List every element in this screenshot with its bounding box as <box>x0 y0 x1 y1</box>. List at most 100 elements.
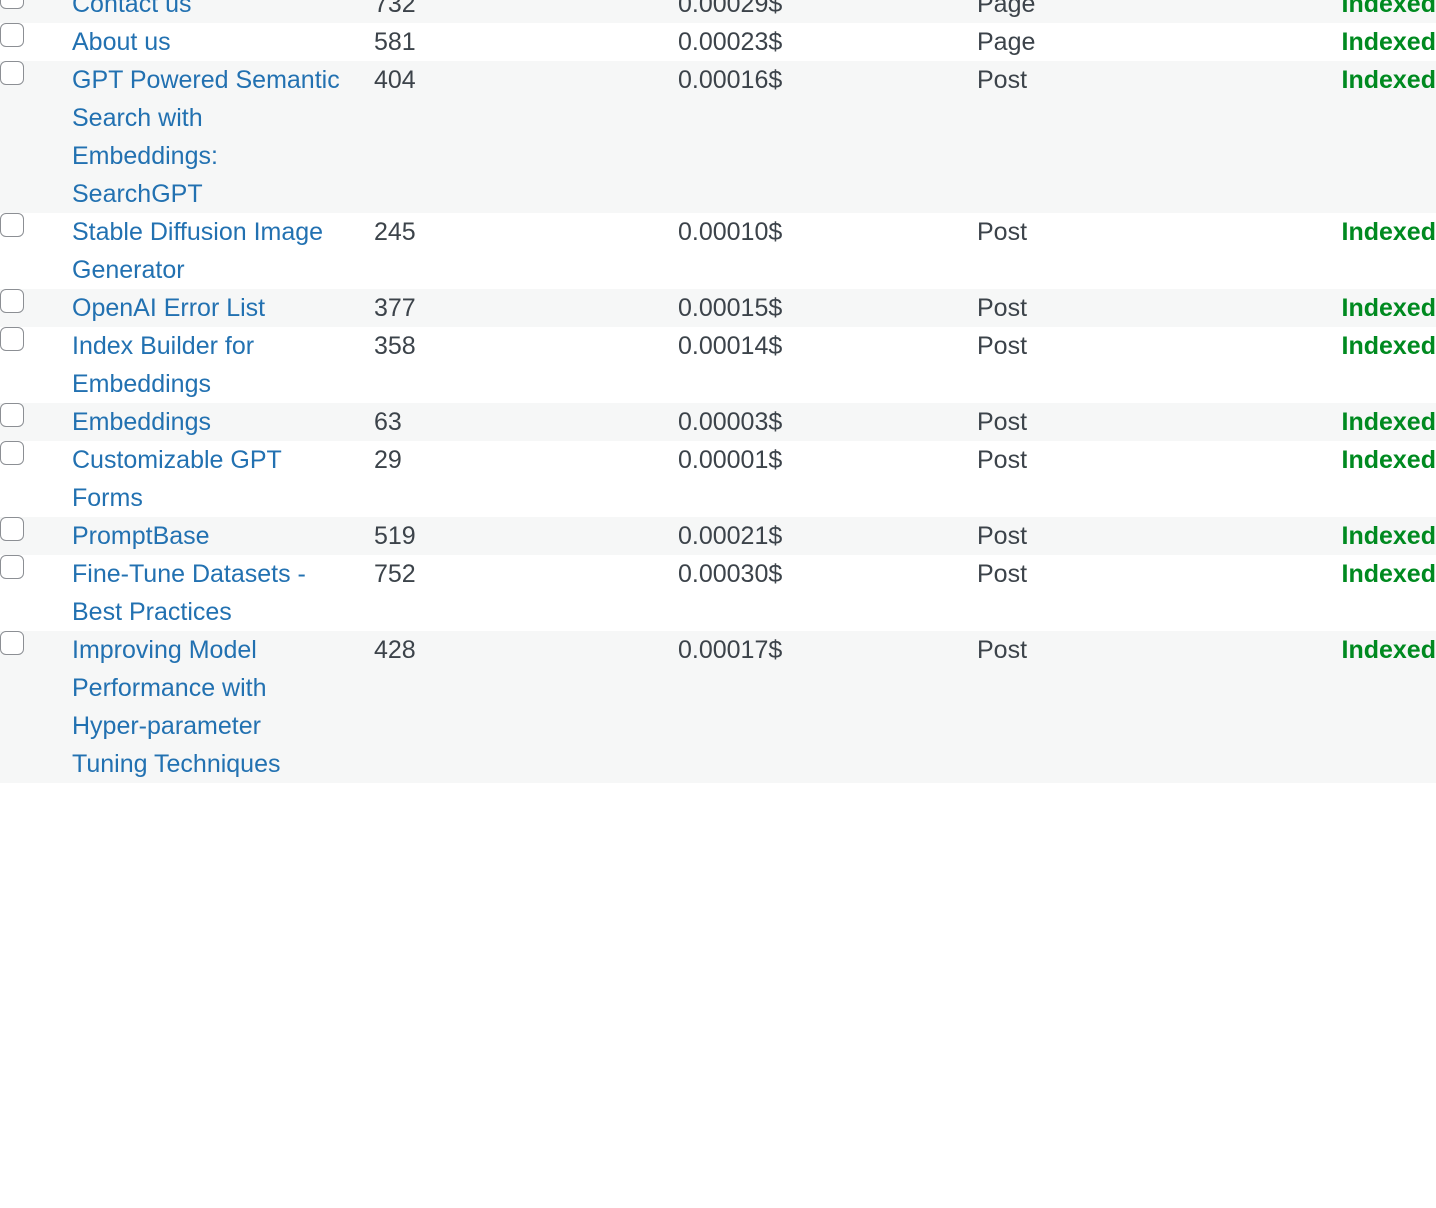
estimated-price: 0.00014$ <box>678 327 977 403</box>
estimated-price: 0.00029$ <box>678 0 977 23</box>
post-title-link[interactable]: Fine-Tune Datasets - Best Practices <box>72 555 342 631</box>
post-title-link[interactable]: About us <box>72 23 342 61</box>
status-badge: Indexed <box>1285 61 1436 213</box>
table-row: About us 5810.00023$PageIndexed <box>0 23 1436 61</box>
table-row: Stable Diffusion Image Generator2450.000… <box>0 213 1436 289</box>
content-type: Post <box>977 61 1285 213</box>
row-select-checkbox[interactable] <box>0 213 24 237</box>
row-select-checkbox[interactable] <box>0 403 24 427</box>
content-type: Page <box>977 23 1285 61</box>
token-count: 29 <box>374 441 678 517</box>
token-count: 581 <box>374 23 678 61</box>
estimated-price: 0.00021$ <box>678 517 977 555</box>
token-count: 519 <box>374 517 678 555</box>
post-title-cell: Embeddings <box>72 403 374 441</box>
row-select-cell <box>0 441 72 517</box>
status-badge: Indexed <box>1285 631 1436 783</box>
row-select-cell <box>0 517 72 555</box>
post-title-cell: GPT Powered Semantic Search with Embeddi… <box>72 61 374 213</box>
row-select-cell <box>0 289 72 327</box>
row-select-cell <box>0 0 72 23</box>
row-select-cell <box>0 213 72 289</box>
status-badge: Indexed <box>1285 441 1436 517</box>
content-type: Post <box>977 555 1285 631</box>
estimated-price: 0.00016$ <box>678 61 977 213</box>
row-select-checkbox[interactable] <box>0 555 24 579</box>
estimated-price: 0.00030$ <box>678 555 977 631</box>
status-badge: Indexed <box>1285 517 1436 555</box>
table-row: GPT Powered Semantic Search with Embeddi… <box>0 61 1436 213</box>
post-title-cell: PromptBase <box>72 517 374 555</box>
post-title-cell: Improving Model Performance with Hyper-p… <box>72 631 374 783</box>
status-badge: Indexed <box>1285 0 1436 23</box>
row-select-checkbox[interactable] <box>0 289 24 313</box>
token-count: 404 <box>374 61 678 213</box>
row-select-checkbox[interactable] <box>0 631 24 655</box>
row-select-cell <box>0 23 72 61</box>
content-type: Post <box>977 403 1285 441</box>
status-badge: Indexed <box>1285 289 1436 327</box>
table-row: OpenAI Error List 3770.00015$PostIndexed <box>0 289 1436 327</box>
content-type: Post <box>977 213 1285 289</box>
post-title-cell: Contact us <box>72 0 374 23</box>
row-select-cell <box>0 631 72 783</box>
row-select-cell <box>0 403 72 441</box>
estimated-price: 0.00003$ <box>678 403 977 441</box>
table-row: Improving Model Performance with Hyper-p… <box>0 631 1436 783</box>
row-select-checkbox[interactable] <box>0 327 24 351</box>
status-badge: Indexed <box>1285 213 1436 289</box>
content-type: Post <box>977 327 1285 403</box>
post-title-cell: Stable Diffusion Image Generator <box>72 213 374 289</box>
post-title-link[interactable]: PromptBase <box>72 517 342 555</box>
post-title-link[interactable]: Improving Model Performance with Hyper-p… <box>72 631 342 783</box>
post-title-cell: Customizable GPT Forms <box>72 441 374 517</box>
row-select-checkbox[interactable] <box>0 441 24 465</box>
estimated-price: 0.00023$ <box>678 23 977 61</box>
row-select-cell <box>0 327 72 403</box>
table-row: Index Builder for Embeddings 3580.00014$P… <box>0 327 1436 403</box>
post-title-cell: About us <box>72 23 374 61</box>
posts-table-container: Contact us7320.00029$PageIndexedAbout us… <box>0 0 1436 783</box>
token-count: 358 <box>374 327 678 403</box>
content-type: Post <box>977 517 1285 555</box>
table-row: PromptBase 5190.00021$PostIndexed <box>0 517 1436 555</box>
row-select-checkbox[interactable] <box>0 61 24 85</box>
estimated-price: 0.00015$ <box>678 289 977 327</box>
status-badge: Indexed <box>1285 555 1436 631</box>
post-title-link[interactable]: Contact us <box>72 0 342 23</box>
status-badge: Indexed <box>1285 23 1436 61</box>
estimated-price: 0.00017$ <box>678 631 977 783</box>
status-badge: Indexed <box>1285 327 1436 403</box>
indexed-posts-table: Contact us7320.00029$PageIndexedAbout us… <box>0 0 1436 783</box>
post-title-link[interactable]: Index Builder for Embeddings <box>72 327 342 403</box>
row-select-cell <box>0 61 72 213</box>
row-select-checkbox[interactable] <box>0 23 24 47</box>
post-title-link[interactable]: Customizable GPT Forms <box>72 441 342 517</box>
post-title-link[interactable]: Stable Diffusion Image Generator <box>72 213 342 289</box>
content-type: Page <box>977 0 1285 23</box>
post-title-cell: Fine-Tune Datasets - Best Practices <box>72 555 374 631</box>
token-count: 752 <box>374 555 678 631</box>
status-badge: Indexed <box>1285 403 1436 441</box>
post-title-cell: Index Builder for Embeddings <box>72 327 374 403</box>
content-type: Post <box>977 441 1285 517</box>
content-type: Post <box>977 631 1285 783</box>
estimated-price: 0.00001$ <box>678 441 977 517</box>
token-count: 732 <box>374 0 678 23</box>
post-title-link[interactable]: Embeddings <box>72 403 342 441</box>
post-title-link[interactable]: GPT Powered Semantic Search with Embeddi… <box>72 61 342 213</box>
table-row: Fine-Tune Datasets - Best Practices 7520.… <box>0 555 1436 631</box>
token-count: 428 <box>374 631 678 783</box>
post-title-cell: OpenAI Error List <box>72 289 374 327</box>
content-type: Post <box>977 289 1285 327</box>
row-select-cell <box>0 555 72 631</box>
table-body: Contact us7320.00029$PageIndexedAbout us… <box>0 0 1436 783</box>
token-count: 245 <box>374 213 678 289</box>
post-title-link[interactable]: OpenAI Error List <box>72 289 342 327</box>
table-row: Customizable GPT Forms 290.00001$PostInde… <box>0 441 1436 517</box>
token-count: 63 <box>374 403 678 441</box>
row-select-checkbox[interactable] <box>0 517 24 541</box>
token-count: 377 <box>374 289 678 327</box>
table-row: Contact us 7320.00029$PageIndexed <box>0 0 1436 23</box>
row-select-checkbox[interactable] <box>0 0 24 9</box>
